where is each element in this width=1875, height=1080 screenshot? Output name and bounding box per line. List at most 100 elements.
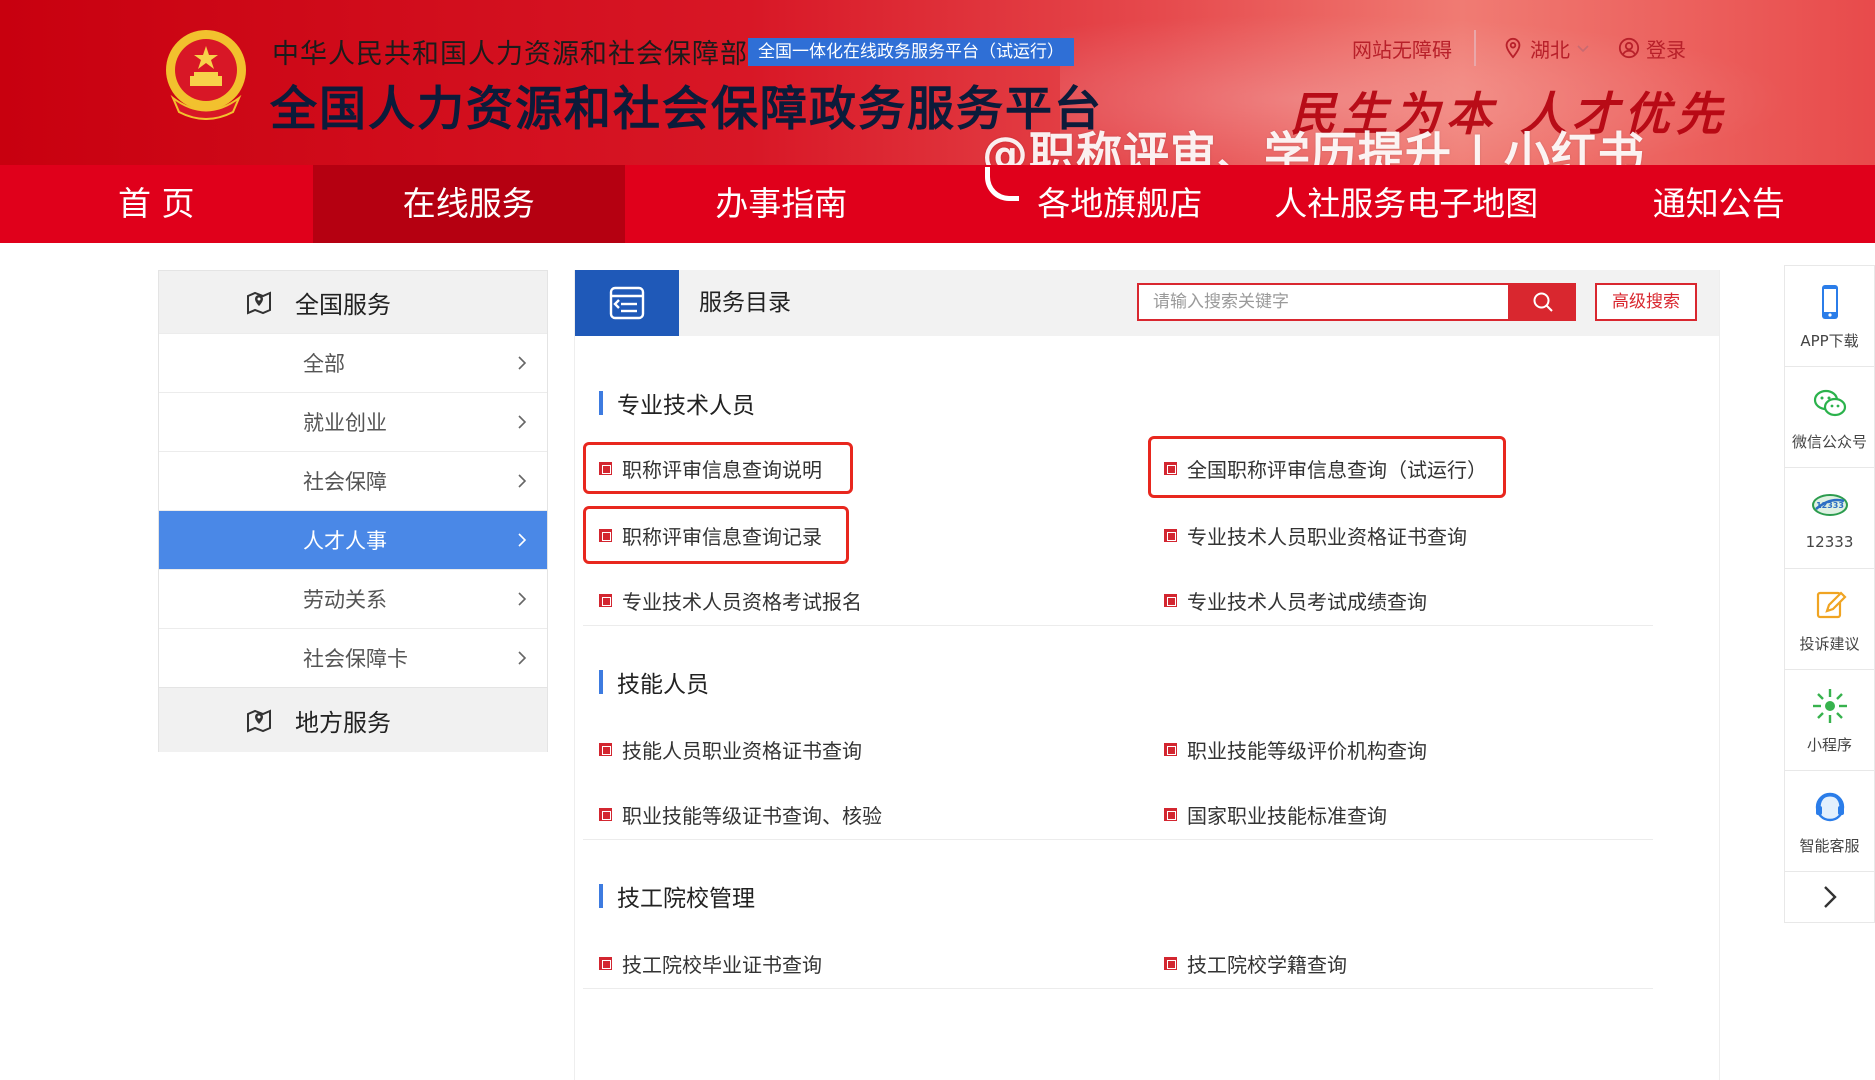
nav-item-online-service[interactable]: 在线服务 (312, 165, 625, 243)
section-bar (599, 391, 603, 415)
chevron-down-icon (1577, 45, 1589, 53)
catalog-list-icon (609, 286, 645, 320)
link-tech-school-diploma-query[interactable]: 技工院校毕业证书查询 (599, 948, 822, 978)
nav-item-flagship-stores[interactable]: 各地旗舰店 (938, 165, 1251, 243)
bullet-icon (1164, 461, 1177, 475)
main-nav: 首 页 在线服务 办事指南 各地旗舰店 人社服务电子地图 通知公告 (0, 165, 1875, 243)
link-text: 技工院校毕业证书查询 (622, 952, 822, 977)
site-title: 全国人力资源和社会保障政务服务平台 (270, 82, 1103, 137)
chevron-right-icon (518, 474, 527, 488)
service-sidebar: 全国服务 全部 就业创业 社会保障 人才人事 劳动关系 社会保障卡 地方服务 (158, 270, 548, 752)
nav-item-notices[interactable]: 通知公告 (1563, 165, 1875, 243)
link-text: 职称评审信息查询记录 (622, 524, 822, 549)
wechat-icon (1813, 389, 1846, 416)
sidebar-item-label: 社会保障卡 (303, 647, 408, 671)
map-pin-icon (247, 291, 271, 315)
sidebar-local-label: 地方服务 (295, 708, 391, 737)
phone-icon (1821, 284, 1838, 319)
svg-text:12333: 12333 (1816, 501, 1844, 510)
link-skill-level-cert-verify[interactable]: 职业技能等级证书查询、核验 (599, 799, 882, 829)
user-icon (1618, 37, 1640, 59)
chevron-right-icon (518, 592, 527, 606)
link-title-review-info-guide[interactable]: 职称评审信息查询说明 (599, 453, 822, 483)
bullet-icon (1164, 742, 1177, 756)
link-professional-cert-query[interactable]: 专业技术人员职业资格证书查询 (1164, 520, 1467, 550)
link-skill-cert-query[interactable]: 技能人员职业资格证书查询 (599, 734, 862, 764)
bullet-icon (599, 742, 612, 756)
accessibility-link[interactable]: 网站无障碍 (1352, 34, 1452, 63)
link-professional-exam-score-query[interactable]: 专业技术人员考试成绩查询 (1164, 585, 1427, 615)
watermark-text: @职称评审、学历提升 | 小红书 (982, 127, 1645, 165)
nav-item-service-map[interactable]: 人社服务电子地图 (1250, 165, 1563, 243)
link-professional-exam-registration[interactable]: 专业技术人员资格考试报名 (599, 585, 862, 615)
rail-label: 12333 (1805, 533, 1854, 551)
section-bar (599, 670, 603, 694)
rail-smart-service[interactable]: 智能客服 (1784, 770, 1875, 871)
search-input[interactable] (1139, 285, 1501, 319)
search-button[interactable] (1510, 283, 1576, 321)
link-text: 职业技能等级证书查询、核验 (622, 803, 882, 828)
link-text: 国家职业技能标准查询 (1187, 803, 1387, 828)
sidebar-item-label: 就业创业 (303, 411, 387, 435)
link-national-skill-standard-query[interactable]: 国家职业技能标准查询 (1164, 799, 1387, 829)
right-floating-rail: APP下载 微信公众号 12333 12333 投诉建议 小程序 智能客服 (1784, 265, 1875, 923)
national-emblem-icon (166, 30, 246, 120)
section-title: 技工院校管理 (599, 883, 755, 912)
section-title: 专业技术人员 (599, 390, 755, 419)
service-catalog-panel: 服务目录 高级搜索 专业技术人员 职称评审信息查询说明 全国职称评审信息查询（试… (574, 270, 1720, 1080)
bullet-icon (599, 807, 612, 821)
rail-label: 微信公众号 (1791, 432, 1867, 451)
search-icon (1533, 292, 1553, 312)
sidebar-item-label: 社会保障 (303, 470, 387, 494)
link-national-title-review-query[interactable]: 全国职称评审信息查询（试运行） (1164, 453, 1487, 483)
nav-item-guide[interactable]: 办事指南 (625, 165, 938, 243)
sidebar-item-label: 人才人事 (303, 529, 387, 553)
sidebar-item-label: 劳动关系 (303, 588, 387, 612)
link-title-review-query-record[interactable]: 职称评审信息查询记录 (599, 520, 822, 550)
sidebar-local-services[interactable]: 地方服务 (159, 687, 547, 752)
advanced-search-button[interactable]: 高级搜索 (1595, 283, 1697, 321)
nav-item-home[interactable]: 首 页 (0, 165, 313, 243)
sidebar-item-social-security-card[interactable]: 社会保障卡 (159, 628, 547, 687)
nav-item-flagship-label: 各地旗舰店 (1037, 184, 1203, 223)
rail-label: 小程序 (1806, 735, 1852, 754)
top-links: 网站无障碍 湖北 登录 (1352, 30, 1686, 66)
link-text: 全国职称评审信息查询（试运行） (1187, 457, 1487, 482)
bullet-icon (599, 528, 612, 542)
watermark-arc (985, 167, 1020, 201)
bullet-icon (1164, 593, 1177, 607)
link-skill-evaluation-agency-query[interactable]: 职业技能等级评价机构查询 (1164, 734, 1427, 764)
rail-app-download[interactable]: APP下载 (1784, 265, 1875, 366)
rail-collapse-button[interactable] (1784, 871, 1875, 923)
location-selector[interactable]: 湖北 (1502, 34, 1590, 63)
sidebar-item-labor-relations[interactable]: 劳动关系 (159, 569, 547, 628)
bullet-icon (599, 593, 612, 607)
section-bar (599, 884, 603, 908)
rail-wechat-official[interactable]: 微信公众号 (1784, 366, 1875, 467)
sidebar-item-social-security[interactable]: 社会保障 (159, 451, 547, 510)
rail-label: 投诉建议 (1799, 634, 1860, 653)
section-divider (583, 988, 1653, 989)
rail-complaints[interactable]: 投诉建议 (1784, 568, 1875, 669)
sidebar-item-employment[interactable]: 就业创业 (159, 392, 547, 451)
hotline-icon: 12333 (1811, 494, 1848, 516)
sidebar-national-services[interactable]: 全国服务 (159, 271, 547, 333)
sidebar-item-talent-personnel[interactable]: 人才人事 (159, 510, 547, 569)
login-label: 登录 (1646, 37, 1686, 62)
login-link[interactable]: 登录 (1618, 34, 1686, 63)
rail-label: 智能客服 (1799, 836, 1860, 855)
sidebar-item-all[interactable]: 全部 (159, 333, 547, 392)
platform-badge: 全国一体化在线政务服务平台（试运行） (748, 38, 1074, 66)
rail-mini-program[interactable]: 小程序 (1784, 669, 1875, 770)
rail-hotline-12333[interactable]: 12333 12333 (1784, 467, 1875, 568)
section-title-text: 技工院校管理 (617, 886, 755, 912)
bullet-icon (1164, 956, 1177, 970)
link-text: 职业技能等级评价机构查询 (1187, 738, 1427, 763)
sidebar-national-label: 全国服务 (295, 290, 391, 319)
edit-note-icon (1816, 590, 1847, 618)
section-title-text: 技能人员 (617, 672, 709, 698)
link-tech-school-enrollment-query[interactable]: 技工院校学籍查询 (1164, 948, 1347, 978)
bullet-icon (1164, 807, 1177, 821)
link-text: 职称评审信息查询说明 (622, 457, 822, 482)
link-text: 专业技术人员资格考试报名 (622, 589, 862, 614)
